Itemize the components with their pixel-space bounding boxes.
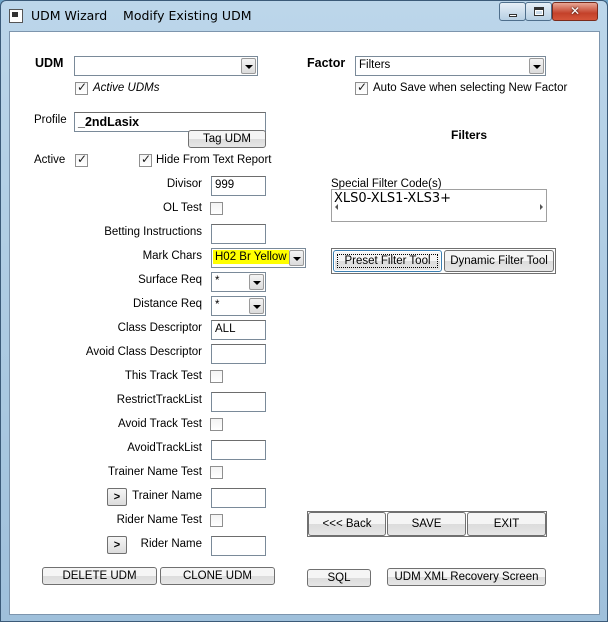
factor-select-value: Filters <box>359 59 391 71</box>
scroll-left-icon[interactable] <box>335 204 338 210</box>
rider-name-test-label: Rider Name Test <box>116 514 202 526</box>
app-icon[interactable] <box>9 9 23 23</box>
active-checkbox[interactable] <box>75 152 88 167</box>
trainer-name-test-label: Trainer Name Test <box>108 466 202 478</box>
trainer-name-test-checkbox[interactable] <box>210 466 223 479</box>
scroll-right-icon[interactable] <box>540 204 543 210</box>
avoid-track-list-input[interactable] <box>211 440 266 460</box>
trainer-name-label: Trainer Name <box>132 490 202 502</box>
avoid-class-descriptor-input[interactable] <box>211 344 266 364</box>
exit-button[interactable]: EXIT <box>467 512 546 536</box>
chevron-down-icon[interactable] <box>529 58 544 74</box>
rider-name-expand-button[interactable]: > <box>107 536 127 554</box>
auto-save-checkbox[interactable] <box>355 80 368 95</box>
ol-test-checkbox[interactable] <box>210 202 223 215</box>
profile-input[interactable]: _2ndLasix <box>74 112 266 132</box>
chevron-down-icon[interactable] <box>249 298 264 314</box>
dynamic-filter-tool-button[interactable]: Dynamic Filter Tool <box>444 250 554 272</box>
udm-xml-recovery-button[interactable]: UDM XML Recovery Screen <box>387 568 546 586</box>
divisor-label: Divisor <box>166 178 202 190</box>
class-descriptor-label: Class Descriptor <box>117 322 202 334</box>
factor-select[interactable]: Filters <box>355 56 546 76</box>
filters-heading: Filters <box>451 128 488 142</box>
hide-text-report-label: Hide From Text Report <box>156 154 272 166</box>
divisor-input[interactable]: 999 <box>211 176 266 196</box>
maximize-button[interactable] <box>525 2 552 21</box>
mark-chars-select[interactable]: H02 Br Yellow <box>211 248 306 268</box>
minimize-button[interactable] <box>499 2 526 21</box>
preset-filter-tool-button[interactable]: Preset Filter Tool <box>333 250 442 272</box>
chevron-down-icon[interactable] <box>289 250 304 266</box>
avoid-track-list-label: AvoidTrackList <box>127 442 202 454</box>
distance-req-select[interactable]: * <box>211 296 266 316</box>
special-filter-code-box[interactable]: XLS0-XLS1-XLS3+ <box>331 189 547 222</box>
active-label: Active <box>34 154 66 166</box>
class-descriptor-input[interactable]: ALL <box>211 320 266 340</box>
rider-name-input[interactable] <box>211 536 266 556</box>
restrict-track-list-input[interactable] <box>211 392 266 412</box>
betting-instructions-input[interactable] <box>211 224 266 244</box>
trainer-name-expand-button[interactable]: > <box>107 488 127 506</box>
save-button[interactable]: SAVE <box>387 512 466 536</box>
distance-req-label: Distance Req <box>132 298 202 310</box>
close-icon: ✕ <box>569 4 581 18</box>
chevron-down-icon[interactable] <box>241 58 256 74</box>
mark-chars-value: H02 Br Yellow <box>213 250 289 264</box>
clone-udm-button[interactable]: CLONE UDM <box>160 567 275 585</box>
window-title: UDM Wizard Modify Existing UDM <box>31 8 252 23</box>
profile-label: Profile <box>34 114 67 126</box>
udm-select[interactable] <box>74 56 258 76</box>
title-bar[interactable]: UDM Wizard Modify Existing UDM ✕ <box>1 1 607 31</box>
hide-text-report-checkbox[interactable] <box>139 152 152 167</box>
auto-save-label: Auto Save when selecting New Factor <box>373 82 568 94</box>
chevron-down-icon[interactable] <box>249 274 264 290</box>
trainer-name-input[interactable] <box>211 488 266 508</box>
maximize-icon <box>534 7 544 16</box>
tag-udm-button[interactable]: Tag UDM <box>188 130 266 148</box>
active-udms-checkbox[interactable] <box>75 80 88 95</box>
avoid-class-descriptor-label: Avoid Class Descriptor <box>85 346 202 358</box>
minimize-icon <box>509 14 517 17</box>
rider-name-test-checkbox[interactable] <box>210 514 223 527</box>
betting-instructions-label: Betting Instructions <box>104 226 202 238</box>
ol-test-label: OL Test <box>163 202 202 214</box>
distance-req-value: * <box>215 299 220 311</box>
udm-label: UDM <box>35 56 64 70</box>
special-filter-code-value: XLS0-XLS1-XLS3+ <box>334 191 451 206</box>
restrict-track-list-label: RestrictTrackList <box>116 394 202 406</box>
surface-req-value: * <box>215 275 220 287</box>
back-button[interactable]: <<< Back <box>308 512 386 536</box>
this-track-test-label: This Track Test <box>124 370 202 382</box>
rider-name-label: Rider Name <box>140 538 202 550</box>
wizard-client-area: UDM Active UDMs Factor Filters Auto Save… <box>9 31 600 615</box>
focus-rectangle <box>337 254 438 268</box>
factor-label: Factor <box>307 56 346 70</box>
active-udms-label: Active UDMs <box>93 82 160 94</box>
this-track-test-checkbox[interactable] <box>210 370 223 383</box>
surface-req-label: Surface Req <box>138 274 202 286</box>
mark-chars-label: Mark Chars <box>142 250 202 262</box>
sql-button[interactable]: SQL <box>307 569 371 587</box>
close-button[interactable]: ✕ <box>552 2 598 21</box>
delete-udm-button[interactable]: DELETE UDM <box>42 567 157 585</box>
udm-wizard-window: UDM Wizard Modify Existing UDM ✕ UDM Act… <box>0 0 608 622</box>
avoid-track-test-label: Avoid Track Test <box>118 418 202 430</box>
avoid-track-test-checkbox[interactable] <box>210 418 223 431</box>
surface-req-select[interactable]: * <box>211 272 266 292</box>
